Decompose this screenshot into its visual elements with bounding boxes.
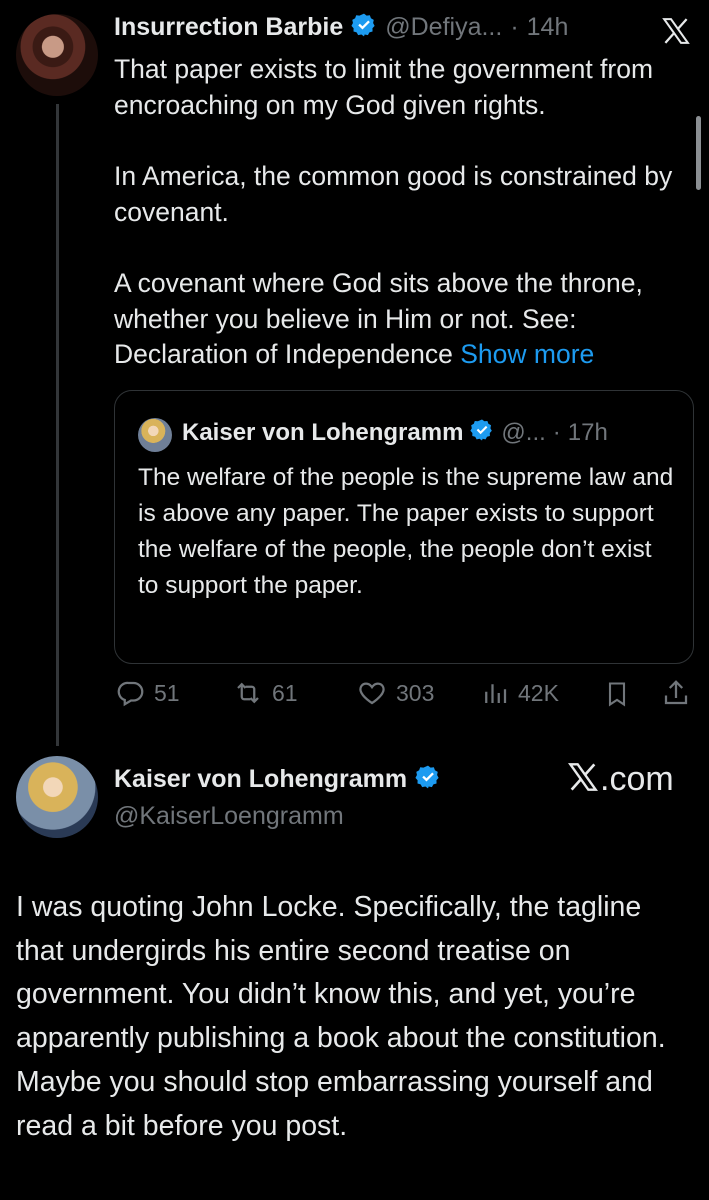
verified-badge-icon (351, 12, 377, 43)
avatar-kaiser-von-lohengramm[interactable] (16, 756, 98, 838)
quoted-author-name: Kaiser von Lohengramm (182, 418, 464, 446)
verified-badge-icon (470, 418, 494, 447)
reply-icon (116, 678, 146, 708)
author-handle[interactable]: @Defiya... (385, 13, 502, 42)
x-logo-icon (566, 761, 600, 798)
views-count: 42K (518, 679, 559, 706)
quoted-tweet-time: 17h (567, 418, 608, 446)
verified-badge-icon (415, 764, 441, 795)
like-count: 303 (396, 679, 435, 706)
tweet-paragraph: A covenant where God sits above the thro… (114, 266, 689, 373)
reply-author-name[interactable]: Kaiser von Lohengramm (114, 765, 407, 794)
tweet-time[interactable]: 14h (527, 13, 569, 42)
avatar-insurrection-barbie[interactable] (16, 14, 98, 96)
views-icon (480, 678, 510, 708)
like-button[interactable]: 303 (356, 678, 434, 708)
show-more-link[interactable]: Show more (460, 339, 594, 369)
quoted-tweet-header: Kaiser von Lohengramm @... · 17h (182, 418, 608, 447)
x-logo-icon[interactable] (660, 16, 692, 51)
watermark-text: .com (600, 760, 674, 798)
thread-connector-line (56, 104, 59, 746)
quoted-tweet-text: The welfare of the people is the supreme… (138, 464, 674, 599)
quoted-author-avatar (138, 418, 172, 452)
reply-count: 51 (154, 679, 180, 706)
repost-count: 61 (272, 679, 298, 706)
tweet-paragraph: In America, the common good is constrain… (114, 161, 673, 227)
repost-button[interactable]: 61 (232, 678, 298, 708)
reply-header: Kaiser von Lohengramm (114, 764, 441, 795)
share-icon[interactable] (661, 678, 691, 713)
dot-separator: · (510, 13, 519, 41)
reply-text: I was quoting John Locke. Specifically, … (16, 891, 666, 1142)
tweet-body: That paper exists to limit the governmen… (114, 52, 689, 373)
tweet-header: Insurrection Barbie @Defiya... · 14h (114, 12, 568, 43)
tweet-paragraph: That paper exists to limit the governmen… (114, 54, 654, 120)
author-name[interactable]: Insurrection Barbie (114, 13, 343, 42)
heart-icon (356, 678, 388, 708)
bookmark-icon[interactable] (603, 680, 631, 713)
reply-button[interactable]: 51 (116, 678, 180, 708)
scrollbar[interactable] (696, 116, 701, 190)
views-button[interactable]: 42K (480, 678, 559, 708)
x-com-watermark: .com (566, 760, 674, 799)
reply-author-handle[interactable]: @KaiserLoengramm (114, 802, 344, 831)
repost-icon (232, 678, 264, 708)
dot-separator: · (552, 418, 561, 446)
quoted-author-handle: @... (501, 418, 546, 446)
